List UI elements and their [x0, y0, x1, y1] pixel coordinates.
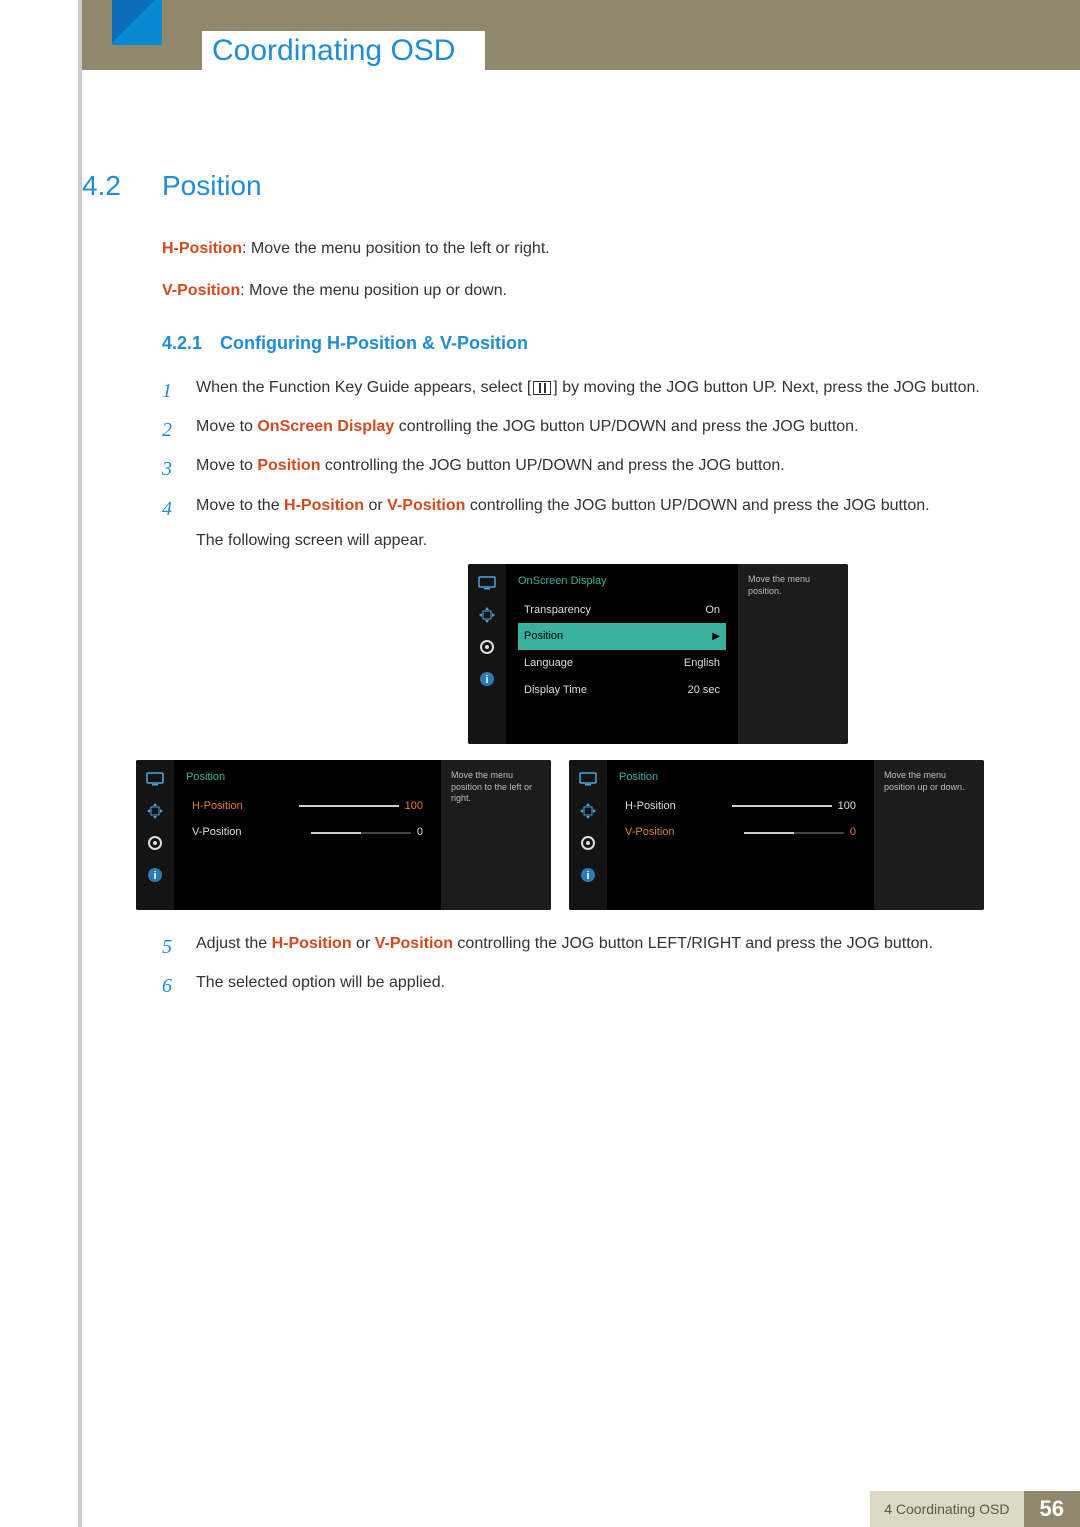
move-icon — [478, 606, 496, 624]
osd2-row-hposition: H-Position 100 — [186, 793, 429, 820]
osd-screenshots: i OnScreen Display TransparencyOn Positi… — [296, 564, 1020, 910]
chapter-title: Coordinating OSD — [202, 31, 485, 71]
subsection-number: 4.2.1 — [162, 333, 220, 354]
step-3: Move to Position controlling the JOG but… — [162, 452, 1020, 479]
osd1-title: OnScreen Display — [518, 572, 726, 591]
menu-icon — [533, 381, 551, 395]
osd3-help: Move the menu position up or down. — [874, 760, 984, 910]
monitor-icon — [579, 770, 597, 788]
step-5: Adjust the H-Position or V-Position cont… — [162, 930, 1020, 957]
svg-text:i: i — [485, 674, 488, 686]
osd1-row-transparency: TransparencyOn — [518, 597, 726, 624]
monitor-icon — [146, 770, 164, 788]
monitor-icon — [478, 574, 496, 592]
vposition-description: V-Position: Move the menu position up or… — [162, 279, 1020, 303]
info-icon: i — [579, 866, 597, 884]
osd-panel-onscreen-display: i OnScreen Display TransparencyOn Positi… — [468, 564, 848, 744]
step-6: The selected option will be applied. — [162, 969, 1020, 996]
osd2-row-vposition: V-Position 0 — [186, 819, 429, 846]
vposition-label: V-Position — [162, 282, 240, 299]
subsection-title: Configuring H-Position & V-Position — [220, 333, 528, 354]
chapter-header-banner: Coordinating OSD — [82, 0, 1080, 70]
chevron-right-icon: ▶ — [712, 628, 720, 645]
step-4-note: The following screen will appear. — [196, 527, 1020, 554]
page-footer: 4 Coordinating OSD 56 — [82, 1491, 1080, 1527]
chapter-number-badge — [112, 0, 162, 45]
gear-icon — [579, 834, 597, 852]
osd3-row-hposition: H-Position 100 — [619, 793, 862, 820]
footer-chapter-label: 4 Coordinating OSD — [870, 1491, 1023, 1527]
osd3-row-vposition: V-Position 0 — [619, 819, 862, 846]
osd2-help: Move the menu position to the left or ri… — [441, 760, 551, 910]
osd2-title: Position — [186, 768, 429, 787]
subsection-heading: 4.2.1 Configuring H-Position & V-Positio… — [162, 333, 1020, 354]
osd1-row-position: Position▶ — [518, 623, 726, 650]
info-icon: i — [146, 866, 164, 884]
hposition-description: H-Position: Move the menu position to th… — [162, 237, 1020, 261]
gear-icon — [478, 638, 496, 656]
section-heading: 4.2 Position — [82, 170, 1020, 202]
hposition-label: H-Position — [162, 240, 242, 257]
osd1-row-displaytime: Display Time20 sec — [518, 677, 726, 704]
step-2: Move to OnScreen Display controlling the… — [162, 413, 1020, 440]
section-title: Position — [162, 170, 262, 202]
osd-sidebar-icons: i — [468, 564, 506, 744]
info-icon: i — [478, 670, 496, 688]
footer-page-number: 56 — [1024, 1491, 1080, 1527]
step-1: When the Function Key Guide appears, sel… — [162, 374, 1020, 401]
gear-icon — [146, 834, 164, 852]
osd-panel-vposition: i Position H-Position 100 V-Position — [569, 760, 984, 910]
move-icon — [146, 802, 164, 820]
section-number: 4.2 — [82, 170, 162, 202]
left-margin-stripe — [78, 0, 82, 1527]
svg-text:i: i — [586, 870, 589, 882]
osd1-row-language: LanguageEnglish — [518, 650, 726, 677]
steps-list: When the Function Key Guide appears, sel… — [162, 374, 1020, 996]
step-4: Move to the H-Position or V-Position con… — [162, 492, 1020, 910]
move-icon — [579, 802, 597, 820]
osd-panel-hposition: i Position H-Position 100 V-Position — [136, 760, 551, 910]
osd3-title: Position — [619, 768, 862, 787]
svg-text:i: i — [153, 870, 156, 882]
osd1-help: Move the menu position. — [738, 564, 848, 744]
